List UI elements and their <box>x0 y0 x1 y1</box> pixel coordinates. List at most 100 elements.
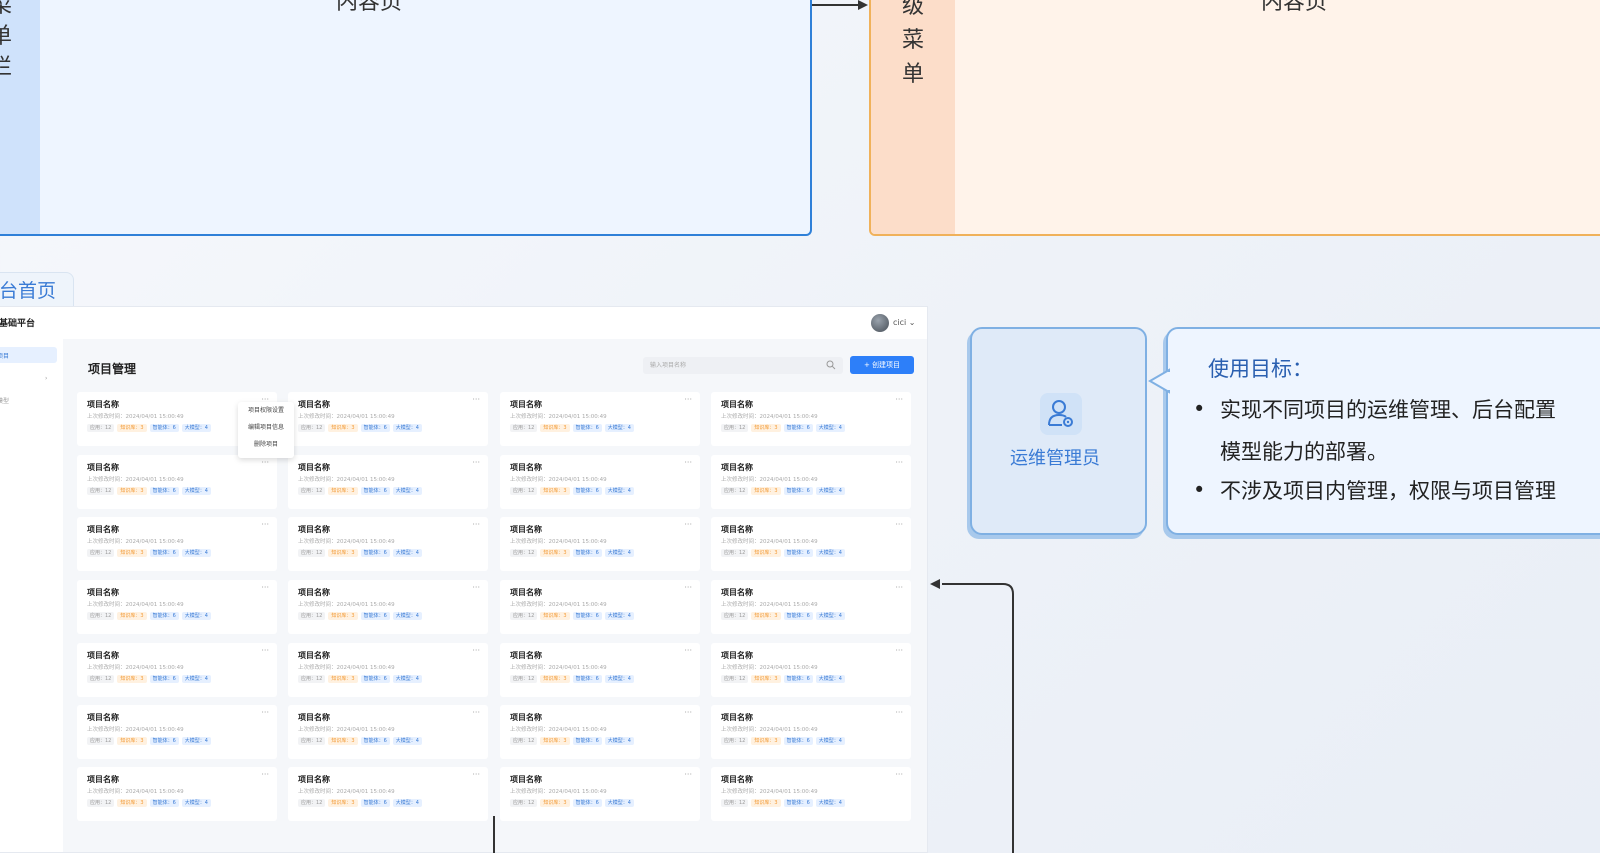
card-tags: 应用：12 知识库：3 智能体：6 大模型：4 <box>510 612 700 620</box>
card-modified-time: 上次修改时间：2024/04/01 15:00:49 <box>721 539 818 545</box>
project-card[interactable]: 项目名称 上次修改时间：2024/04/01 15:00:49 应用：12 知识库：3… <box>500 392 700 446</box>
more-icon[interactable]: ··· <box>472 520 480 529</box>
search-input[interactable]: 输入项目名称 <box>643 357 843 374</box>
project-card[interactable]: 项目名称 上次修改时间：2024/04/01 15:00:49 应用：12 知识库：3… <box>77 517 277 571</box>
project-card[interactable]: 项目名称 上次修改时间：2024/04/01 15:00:49 应用：12 知识库：3… <box>288 517 488 571</box>
more-icon[interactable]: ··· <box>472 458 480 467</box>
more-icon[interactable]: ··· <box>895 770 903 779</box>
card-title: 项目名称 <box>87 463 119 472</box>
project-card[interactable]: 项目名称 上次修改时间：2024/04/01 15:00:49 应用：12 知识库：3… <box>500 455 700 509</box>
more-icon[interactable]: ··· <box>895 520 903 529</box>
card-tags: 应用：12 知识库：3 智能体：6 大模型：4 <box>298 737 488 745</box>
card-modified-time: 上次修改时间：2024/04/01 15:00:49 <box>87 727 184 733</box>
project-card[interactable]: 项目名称 上次修改时间：2024/04/01 15:00:49 应用：12 知识库：3… <box>288 767 488 821</box>
card-tag: 应用：12 <box>298 612 326 620</box>
menu-item-delete[interactable]: 删除项目 <box>238 436 294 453</box>
card-modified-time: 上次修改时间：2024/04/01 15:00:49 <box>298 665 395 671</box>
menu-item-permissions[interactable]: 项目权限设置 <box>238 402 294 419</box>
more-icon[interactable]: ··· <box>472 770 480 779</box>
project-card[interactable]: 项目名称 上次修改时间：2024/04/01 15:00:49 应用：12 知识库：3… <box>77 580 277 634</box>
more-icon[interactable]: ··· <box>895 395 903 404</box>
goal-title: 使用目标： <box>1208 357 1313 381</box>
sidebar-item-label[interactable]: 模型 <box>0 396 9 405</box>
more-icon[interactable]: ··· <box>684 770 692 779</box>
search-icon[interactable] <box>826 360 836 370</box>
card-tag: 知识库：3 <box>751 549 781 557</box>
more-icon[interactable]: ··· <box>261 646 269 655</box>
project-card[interactable]: 项目名称 上次修改时间：2024/04/01 15:00:49 应用：12 知识库：3… <box>500 705 700 759</box>
project-card[interactable]: 项目名称 上次修改时间：2024/04/01 15:00:49 应用：12 知识库：3… <box>711 767 911 821</box>
project-card[interactable]: 项目名称 上次修改时间：2024/04/01 15:00:49 应用：12 知识库：3… <box>500 517 700 571</box>
more-icon[interactable]: ··· <box>684 520 692 529</box>
project-card[interactable]: 项目名称 上次修改时间：2024/04/01 15:00:49 应用：12 知识库：3… <box>500 643 700 697</box>
project-card[interactable]: 项目名称 上次修改时间：2024/04/01 15:00:49 应用：12 知识库：3… <box>288 580 488 634</box>
more-icon[interactable]: ··· <box>472 646 480 655</box>
card-tag: 应用：12 <box>298 424 326 432</box>
more-icon[interactable]: ··· <box>472 708 480 717</box>
more-icon[interactable]: ··· <box>895 583 903 592</box>
chevron-icon[interactable]: › <box>45 375 47 382</box>
diagram-secondary-menu: 级 菜 单 <box>871 0 955 234</box>
card-tag: 智能体：6 <box>572 487 602 495</box>
more-icon[interactable]: ··· <box>895 708 903 717</box>
more-icon[interactable]: ··· <box>684 583 692 592</box>
card-tag: 大模型：4 <box>815 612 845 620</box>
card-tag: 知识库：3 <box>540 737 570 745</box>
diagram-content-label: 内容页 <box>336 0 403 15</box>
user-menu[interactable]: cici ⌄ <box>893 318 916 327</box>
card-tag: 大模型：4 <box>392 675 422 683</box>
card-modified-time: 上次修改时间：2024/04/01 15:00:49 <box>721 602 818 608</box>
project-card[interactable]: 项目名称 上次修改时间：2024/04/01 15:00:49 应用：12 知识库：3… <box>77 705 277 759</box>
project-card[interactable]: 项目名称 上次修改时间：2024/04/01 15:00:49 应用：12 知识库：3… <box>711 580 911 634</box>
project-card[interactable]: 项目名称 上次修改时间：2024/04/01 15:00:49 应用：12 知识库：3… <box>711 392 911 446</box>
more-icon[interactable]: ··· <box>895 458 903 467</box>
more-icon[interactable]: ··· <box>895 646 903 655</box>
card-tag: 智能体：6 <box>360 487 390 495</box>
project-card[interactable]: 项目名称 上次修改时间：2024/04/01 15:00:49 应用：12 知识库：3… <box>711 455 911 509</box>
project-card[interactable]: 项目名称 上次修改时间：2024/04/01 15:00:49 应用：12 知识库：3… <box>711 517 911 571</box>
card-tag: 应用：12 <box>721 737 749 745</box>
more-icon[interactable]: ··· <box>684 646 692 655</box>
menu-item-edit[interactable]: 编辑项目信息 <box>238 419 294 436</box>
project-card[interactable]: 项目名称 上次修改时间：2024/04/01 15:00:49 应用：12 知识库：3… <box>711 643 911 697</box>
more-icon[interactable]: ··· <box>684 708 692 717</box>
sidebar-item-label: 项目 <box>0 353 10 360</box>
card-tag: 应用：12 <box>298 675 326 683</box>
project-card[interactable]: 项目名称 上次修改时间：2024/04/01 15:00:49 应用：12 知识库：3… <box>711 705 911 759</box>
card-tag: 应用：12 <box>721 612 749 620</box>
card-tag: 大模型：4 <box>604 549 634 557</box>
project-card[interactable]: 项目名称 上次修改时间：2024/04/01 15:00:49 应用：12 知识库：3… <box>288 392 488 446</box>
bullet-icon: • <box>1193 478 1206 502</box>
card-modified-time: 上次修改时间：2024/04/01 15:00:49 <box>721 477 818 483</box>
more-icon[interactable]: ··· <box>684 458 692 467</box>
app-sidebar: 项目 › 模型 <box>0 339 64 852</box>
more-icon[interactable]: ··· <box>684 395 692 404</box>
more-icon[interactable]: ··· <box>472 395 480 404</box>
card-tags: 应用：12 知识库：3 智能体：6 大模型：4 <box>87 675 277 683</box>
card-tags: 应用：12 知识库：3 智能体：6 大模型：4 <box>510 737 700 745</box>
diagram-menu-char: 级 <box>901 0 924 19</box>
card-tag: 知识库：3 <box>328 549 358 557</box>
create-project-button[interactable]: + 创建项目 <box>850 356 914 374</box>
project-card[interactable]: 项目名称 上次修改时间：2024/04/01 15:00:49 应用：12 知识库：3… <box>77 643 277 697</box>
project-card[interactable]: 项目名称 上次修改时间：2024/04/01 15:00:49 应用：12 知识库：3… <box>288 643 488 697</box>
section-tab[interactable]: 台首页 <box>0 272 74 308</box>
card-tag: 智能体：6 <box>783 487 813 495</box>
project-card[interactable]: 项目名称 上次修改时间：2024/04/01 15:00:49 应用：12 知识库：3… <box>500 580 700 634</box>
project-card[interactable]: 项目名称 上次修改时间：2024/04/01 15:00:49 应用：12 知识库：3… <box>77 455 277 509</box>
more-icon[interactable]: ··· <box>472 583 480 592</box>
more-icon[interactable]: ··· <box>261 458 269 467</box>
card-tags: 应用：12 知识库：3 智能体：6 大模型：4 <box>721 799 911 807</box>
more-icon[interactable]: ··· <box>261 770 269 779</box>
card-title: 项目名称 <box>510 463 542 472</box>
project-card[interactable]: 项目名称 上次修改时间：2024/04/01 15:00:49 应用：12 知识库：3… <box>288 455 488 509</box>
card-modified-time: 上次修改时间：2024/04/01 15:00:49 <box>510 665 607 671</box>
project-card[interactable]: 项目名称 上次修改时间：2024/04/01 15:00:49 应用：12 知识库：3… <box>77 767 277 821</box>
more-icon[interactable]: ··· <box>261 708 269 717</box>
project-card[interactable]: 项目名称 上次修改时间：2024/04/01 15:00:49 应用：12 知识库：3… <box>500 767 700 821</box>
more-icon[interactable]: ··· <box>261 583 269 592</box>
avatar[interactable] <box>871 314 889 332</box>
card-modified-time: 上次修改时间：2024/04/01 15:00:49 <box>510 789 607 795</box>
more-icon[interactable]: ··· <box>261 520 269 529</box>
project-card[interactable]: 项目名称 上次修改时间：2024/04/01 15:00:49 应用：12 知识库：3… <box>288 705 488 759</box>
